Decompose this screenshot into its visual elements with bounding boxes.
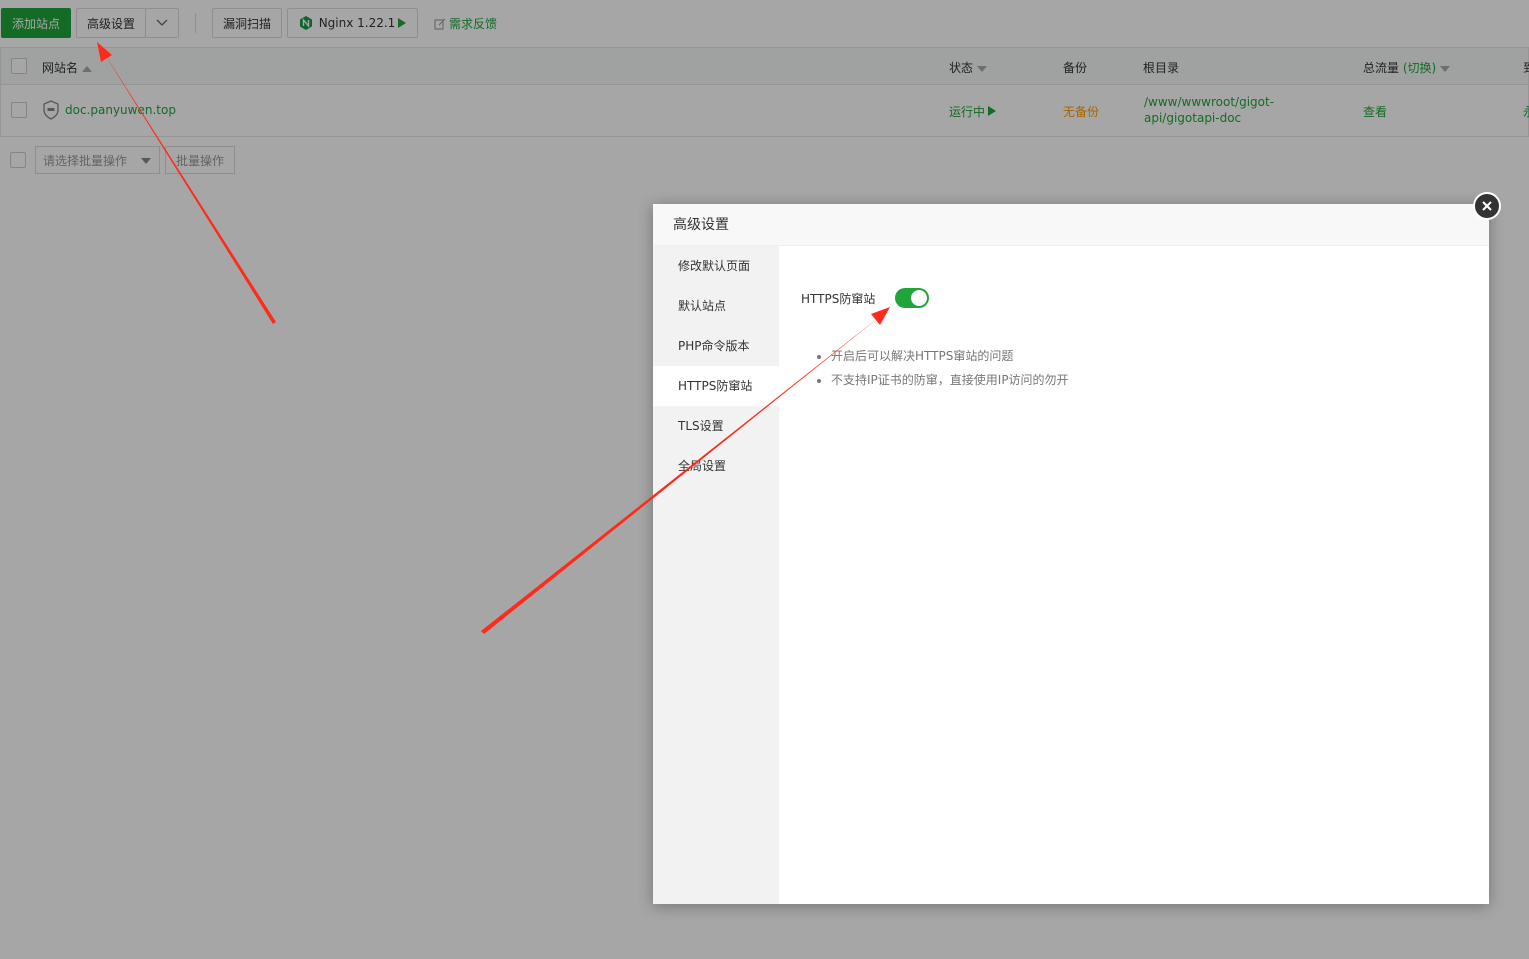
close-modal-button[interactable] — [1473, 192, 1501, 220]
sidebar-item-tls[interactable]: TLS设置 — [653, 406, 779, 446]
sidebar-item-global[interactable]: 全局设置 — [653, 446, 779, 486]
tip-item: 不支持IP证书的防窜，直接使用IP访问的勿开 — [831, 368, 1069, 392]
tips-list: 开启后可以解决HTTPS窜站的问题 不支持IP证书的防窜，直接使用IP访问的勿开 — [817, 344, 1069, 392]
sidebar-item-default-site[interactable]: 默认站点 — [653, 286, 779, 326]
https-anti-hijack-toggle[interactable] — [895, 288, 929, 308]
sidebar-item-https-anti-hijack[interactable]: HTTPS防窜站 — [653, 366, 779, 406]
advanced-settings-modal: 高级设置 修改默认页面 默认站点 PHP命令版本 HTTPS防窜站 TLS设置 … — [653, 204, 1489, 904]
modal-content: HTTPS防窜站 开启后可以解决HTTPS窜站的问题 不支持IP证书的防窜，直接… — [779, 246, 1489, 904]
toggle-knob — [911, 290, 927, 306]
modal-sidebar: 修改默认页面 默认站点 PHP命令版本 HTTPS防窜站 TLS设置 全局设置 — [653, 246, 779, 904]
https-anti-hijack-label: HTTPS防窜站 — [801, 292, 876, 306]
sidebar-item-default-page[interactable]: 修改默认页面 — [653, 246, 779, 286]
tip-item: 开启后可以解决HTTPS窜站的问题 — [831, 344, 1069, 368]
close-icon — [1482, 201, 1492, 211]
sidebar-item-php-cli[interactable]: PHP命令版本 — [653, 326, 779, 366]
modal-title: 高级设置 — [653, 204, 1489, 246]
